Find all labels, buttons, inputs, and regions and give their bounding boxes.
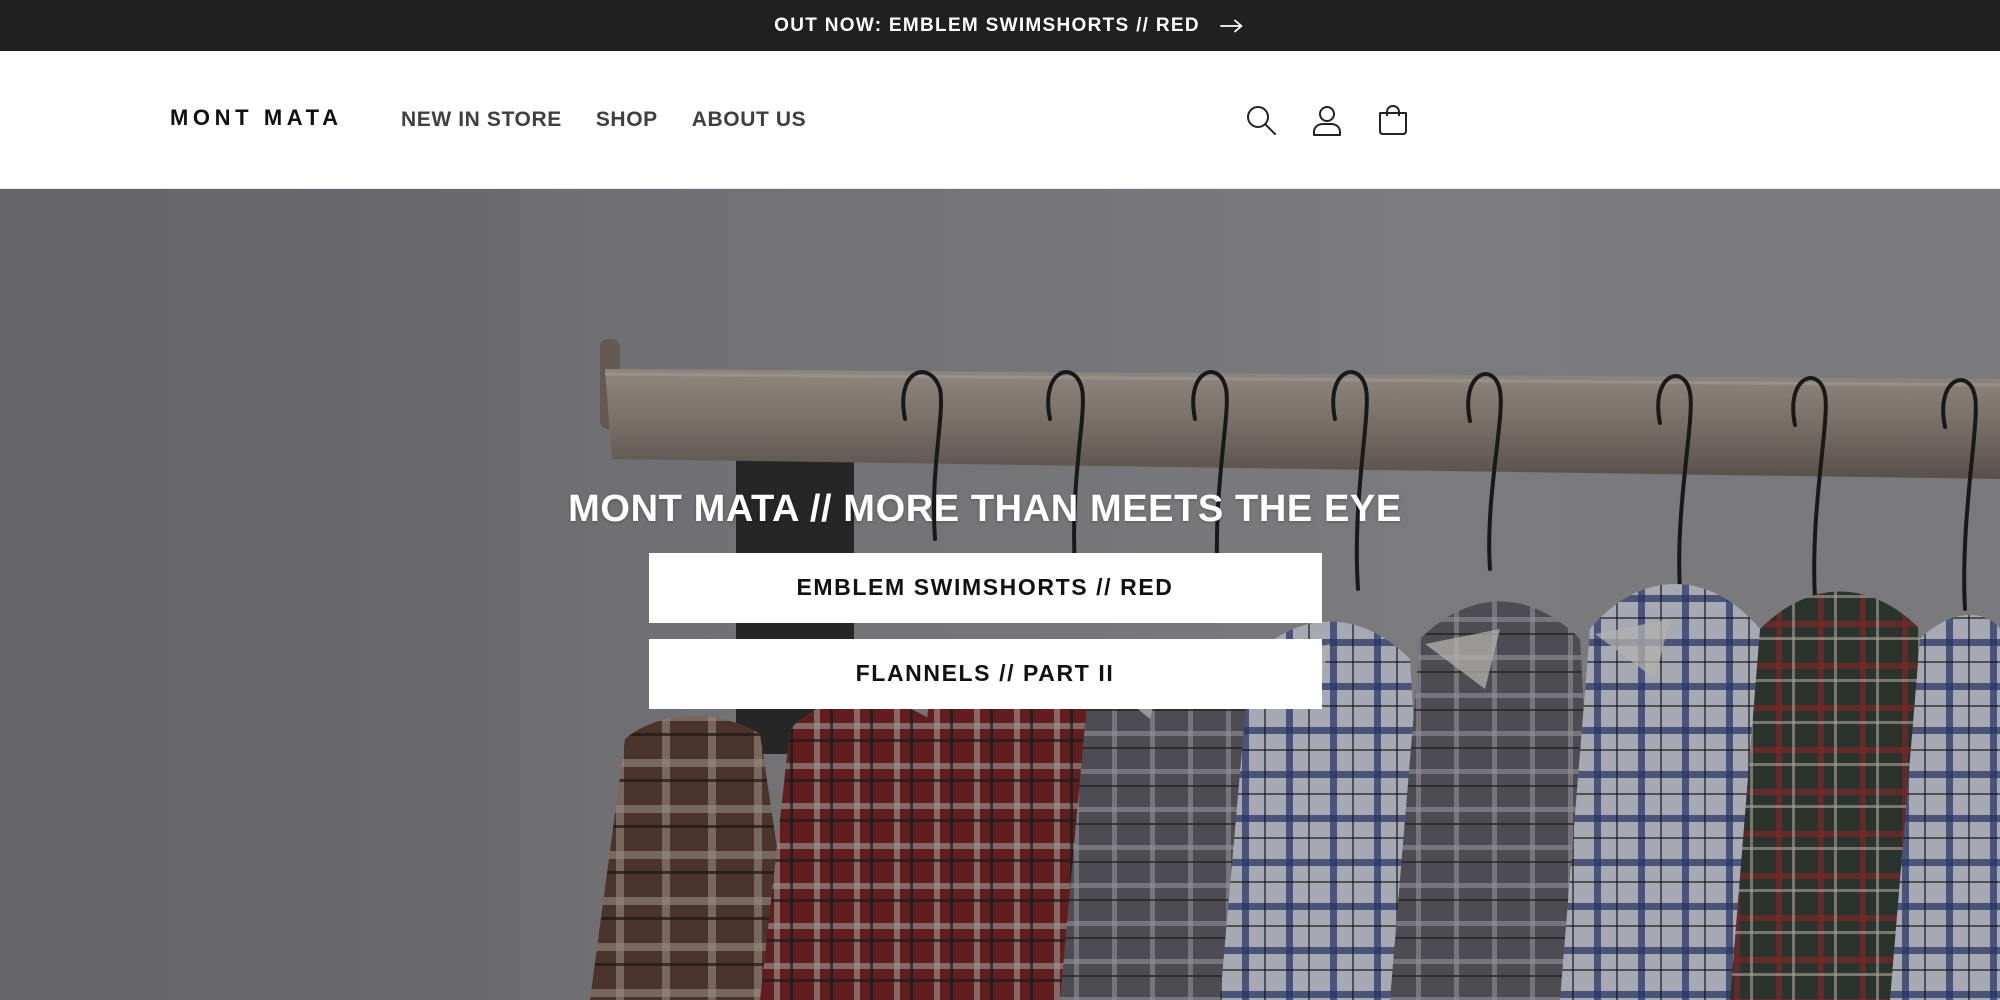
announcement-bar-link[interactable]: OUT NOW: EMBLEM SWIMSHORTS // RED <box>0 0 2000 51</box>
logo[interactable]: MONT MATA <box>170 105 343 131</box>
search-icon[interactable] <box>1228 87 1294 153</box>
cart-icon[interactable] <box>1360 87 1426 153</box>
hero-banner: MONT MATA // MORE THAN MEETS THE EYE EMB… <box>0 189 2000 1000</box>
flannels-part-ii-button[interactable]: FLANNELS // PART II <box>648 638 1322 709</box>
arrow-right-icon <box>1219 16 1244 36</box>
announcement-text: OUT NOW: EMBLEM SWIMSHORTS // RED <box>774 14 1200 36</box>
hero-heading: MONT MATA // MORE THAN MEETS THE EYE <box>568 488 1402 530</box>
header-icons <box>1228 51 1426 189</box>
site-header: MONT MATA NEW IN STORE SHOP ABOUT US <box>0 51 2000 189</box>
nav-item-about-us[interactable]: ABOUT US <box>675 98 823 142</box>
main-nav: NEW IN STORE SHOP ABOUT US <box>384 51 823 189</box>
account-icon[interactable] <box>1294 87 1360 153</box>
nav-item-shop[interactable]: SHOP <box>579 98 675 142</box>
emblem-swimshorts-button[interactable]: EMBLEM SWIMSHORTS // RED <box>648 552 1322 623</box>
hero-content: MONT MATA // MORE THAN MEETS THE EYE EMB… <box>0 488 1970 709</box>
nav-item-new-in-store[interactable]: NEW IN STORE <box>384 98 579 142</box>
